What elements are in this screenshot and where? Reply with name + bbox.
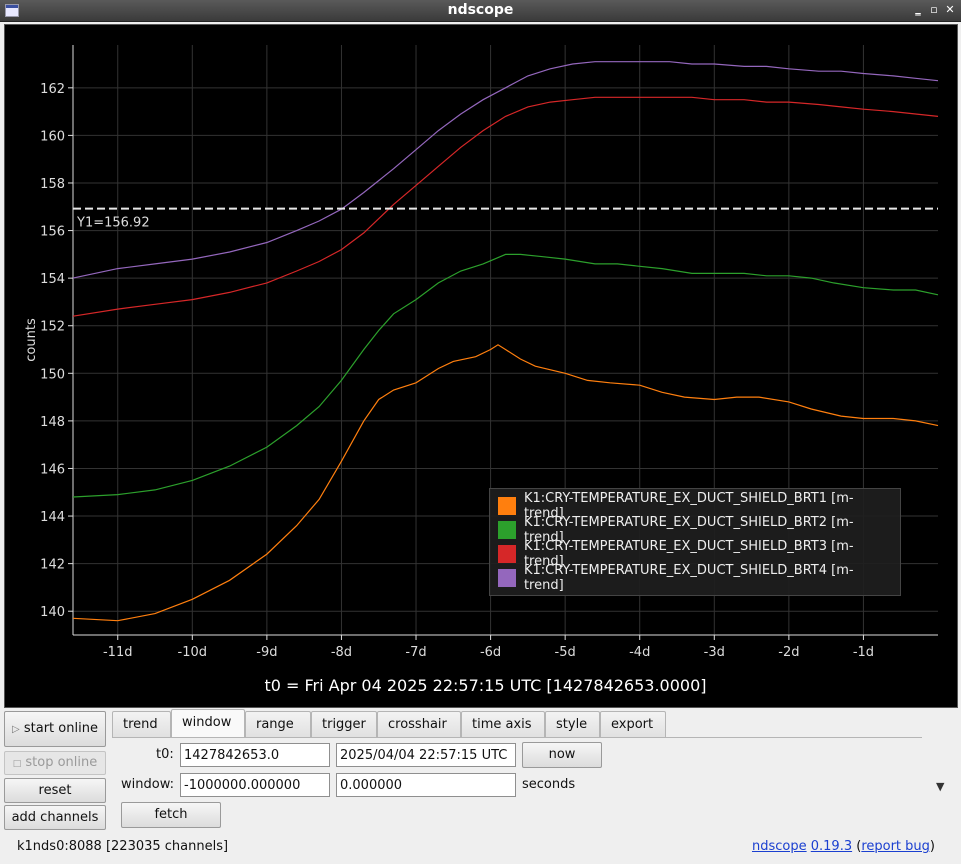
tab-range[interactable]: range	[245, 711, 311, 738]
y-tick-label: 148	[40, 415, 65, 430]
x-tick-label: -8d	[331, 645, 352, 660]
y-tick-label: 146	[40, 462, 65, 477]
plot-legend[interactable]: K1:CRY-TEMPERATURE_EX_DUCT_SHIELD_BRT1 […	[489, 488, 901, 596]
t0-gps-input[interactable]	[180, 743, 330, 767]
tab-trigger[interactable]: trigger	[311, 711, 377, 738]
window-end-input[interactable]	[336, 773, 516, 797]
server-address: k1nds0:8088	[17, 839, 102, 854]
seconds-label: seconds	[522, 777, 576, 792]
window-title: ndscope	[447, 2, 514, 18]
chevron-down-icon[interactable]: ▼	[936, 780, 944, 793]
title-bar: ndscope ‗ ▫ ✕	[0, 0, 961, 22]
t0-utc-input[interactable]	[336, 743, 516, 767]
start-online-button[interactable]: ▷ start online	[4, 711, 106, 747]
add-channels-button[interactable]: add channels	[4, 805, 106, 830]
y-tick-label: 150	[40, 367, 65, 382]
reset-button[interactable]: reset	[4, 778, 106, 803]
trend-plot[interactable]: -11d -10d -9d -8d -7d -6d -5d -4d -3d -2d -1d 140 14…	[5, 25, 959, 709]
now-button[interactable]: now	[522, 742, 602, 768]
legend-label: K1:CRY-TEMPERATURE_EX_DUCT_SHIELD_BRT4 […	[523, 563, 854, 593]
fetch-button[interactable]: fetch	[121, 802, 221, 828]
minimize-icon[interactable]: ‗	[910, 2, 926, 18]
tab-divider	[112, 737, 922, 738]
stop-icon: □	[12, 759, 22, 769]
legend-swatch-brt3	[498, 545, 516, 563]
y-tick-label: 142	[40, 558, 65, 573]
x-tick-label: -3d	[704, 645, 725, 660]
x-tick-label: -9d	[256, 645, 277, 660]
app-name-link[interactable]: ndscope	[752, 839, 807, 854]
status-bar: k1nds0:8088 [223035 channels]	[17, 839, 228, 854]
x-tick-label: -7d	[405, 645, 426, 660]
tab-export[interactable]: export	[600, 711, 666, 738]
window-start-input[interactable]	[180, 773, 330, 797]
report-bug-link[interactable]: report bug	[861, 839, 930, 854]
legend-swatch-brt1	[498, 497, 516, 515]
tab-crosshair[interactable]: crosshair	[377, 711, 461, 738]
y-tick-label: 162	[40, 82, 65, 97]
x-tick-label: -5d	[555, 645, 576, 660]
cursor-y1-label: Y1=156.92	[76, 216, 150, 231]
series-line-4	[72, 61, 939, 279]
close-icon[interactable]: ✕	[942, 2, 958, 18]
x-tick-label: -4d	[629, 645, 650, 660]
legend-swatch-brt2	[498, 521, 516, 539]
t0-caption: t0 = Fri Apr 04 2025 22:57:15 UTC [14278…	[264, 676, 706, 695]
tab-style[interactable]: style	[545, 711, 600, 738]
y-tick-label: 140	[40, 605, 65, 620]
channel-count: [223035 channels]	[105, 839, 229, 854]
x-tick-label: -2d	[778, 645, 799, 660]
window-label: window:	[121, 777, 174, 792]
y-tick-label: 156	[40, 225, 65, 240]
t0-label: t0:	[156, 747, 174, 762]
y-axis-label: counts	[24, 318, 39, 362]
about-links: ndscope 0.19.3 (report bug)	[751, 839, 935, 854]
tab-window[interactable]: window	[171, 709, 245, 738]
version-link[interactable]: 0.19.3	[811, 839, 852, 854]
y-tick-label: 158	[40, 177, 65, 192]
tab-time-axis[interactable]: time axis	[461, 711, 545, 738]
x-tick-label: -1d	[853, 645, 874, 660]
y-tick-label: 154	[40, 272, 65, 287]
y-tick-label: 152	[40, 320, 65, 335]
x-tick-label: -6d	[480, 645, 501, 660]
plot-area[interactable]: -11d -10d -9d -8d -7d -6d -5d -4d -3d -2d -1d 140 14…	[4, 24, 958, 708]
series-line-2	[72, 253, 939, 498]
tab-trend[interactable]: trend	[112, 711, 171, 738]
x-tick-label: -10d	[178, 645, 208, 660]
y-tick-label: 144	[40, 510, 65, 525]
stop-online-button[interactable]: □ stop online	[4, 751, 106, 775]
y-tick-label: 160	[40, 129, 65, 144]
play-icon: ▷	[12, 724, 20, 735]
legend-swatch-brt4	[498, 569, 516, 587]
series-line-3	[72, 96, 939, 317]
x-tick-label: -11d	[103, 645, 133, 660]
maximize-icon[interactable]: ▫	[926, 2, 942, 18]
legend-item[interactable]: K1:CRY-TEMPERATURE_EX_DUCT_SHIELD_BRT4 […	[498, 563, 892, 593]
